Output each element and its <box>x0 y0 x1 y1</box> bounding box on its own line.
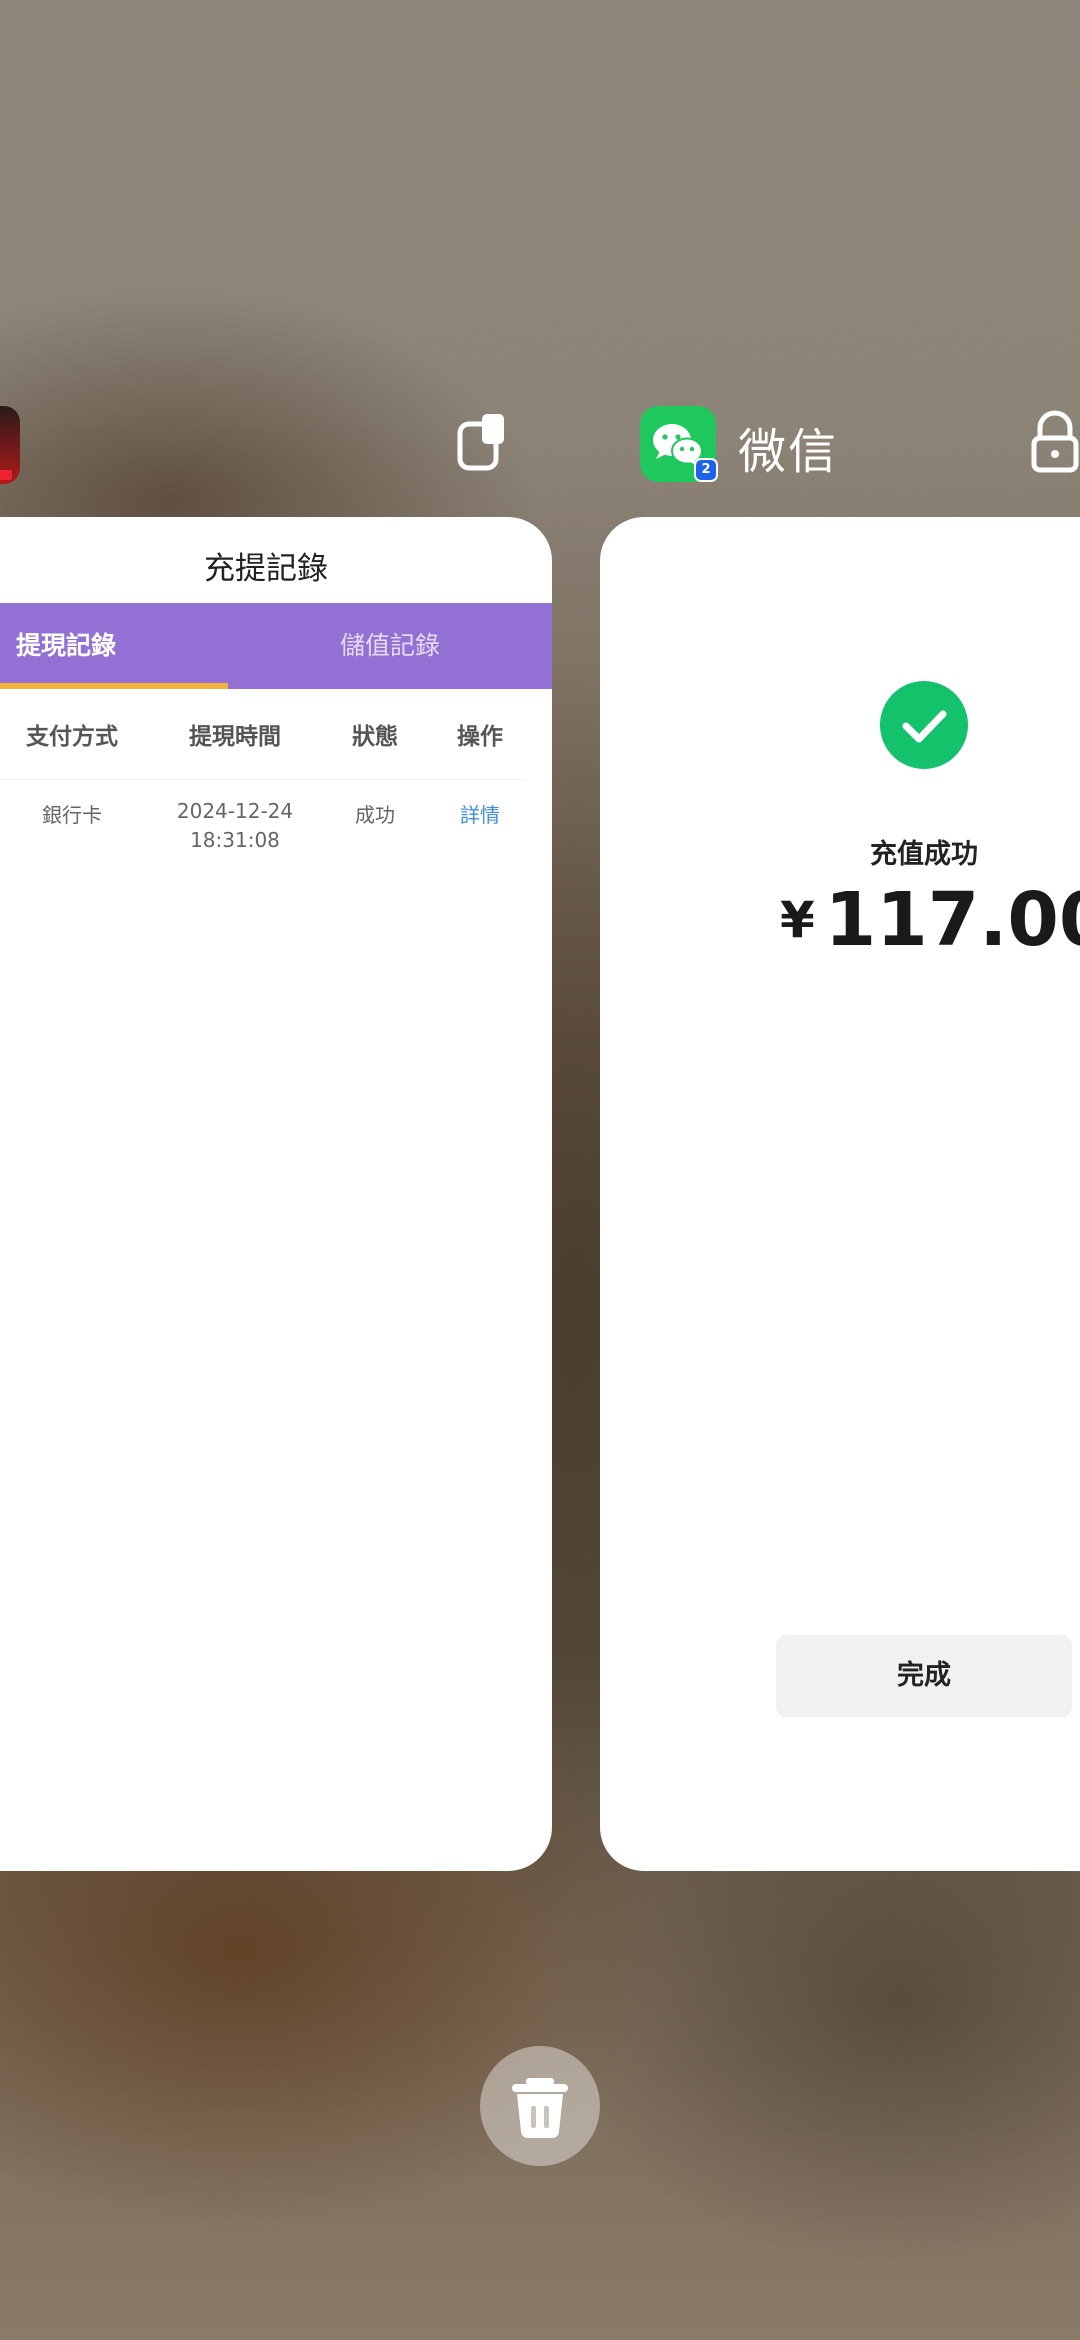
lock-icon[interactable] <box>1030 410 1080 474</box>
table-header: 支付方式 提現時間 狀態 操作 <box>0 717 552 777</box>
tab-bar: 提現記錄 儲值記錄 <box>0 603 552 689</box>
details-link[interactable]: 詳情 <box>450 799 510 828</box>
recent-app-card-records[interactable]: 充提記錄 提現記錄 儲值記錄 支付方式 提現時間 狀態 操作 銀行卡 2024-… <box>0 517 552 1871</box>
wechat-app-icon[interactable]: 2 <box>640 406 718 482</box>
cell-method: 銀行卡 <box>42 803 102 827</box>
divider <box>0 779 526 780</box>
clear-all-button[interactable] <box>480 2046 600 2166</box>
payment-status-text: 充值成功 <box>870 839 978 870</box>
tab-deposit-records[interactable]: 儲值記錄 <box>340 603 440 689</box>
cell-status: 成功 <box>355 803 395 827</box>
column-header-status: 狀態 <box>352 724 398 750</box>
active-tab-indicator <box>0 683 228 689</box>
amount-value: 117.00 <box>824 877 1080 963</box>
tab-withdraw-records[interactable]: 提現記錄 <box>16 603 116 689</box>
cell-date: 2024-12-24 <box>176 799 294 823</box>
trash-icon <box>512 2078 568 2138</box>
done-button[interactable]: 完成 <box>776 1635 1072 1717</box>
cell-time: 18:31:08 <box>190 828 280 852</box>
success-check-icon <box>880 681 968 769</box>
app-name: 微信 <box>738 424 839 480</box>
app-tv-badge <box>0 470 12 480</box>
payment-amount: ¥117.00 <box>780 877 1080 963</box>
column-header-method: 支付方式 <box>26 724 118 750</box>
clone-app-badge: 2 <box>694 458 718 482</box>
recent-app-card-wechat[interactable]: 充值成功 ¥117.00 完成 <box>600 517 1080 1871</box>
column-header-time: 提現時間 <box>189 724 281 750</box>
left-app-icon[interactable] <box>0 406 20 484</box>
page-title: 充提記錄 <box>204 551 328 587</box>
column-header-action: 操作 <box>457 724 503 750</box>
currency-symbol: ¥ <box>780 891 815 949</box>
split-screen-icon[interactable] <box>456 412 508 472</box>
